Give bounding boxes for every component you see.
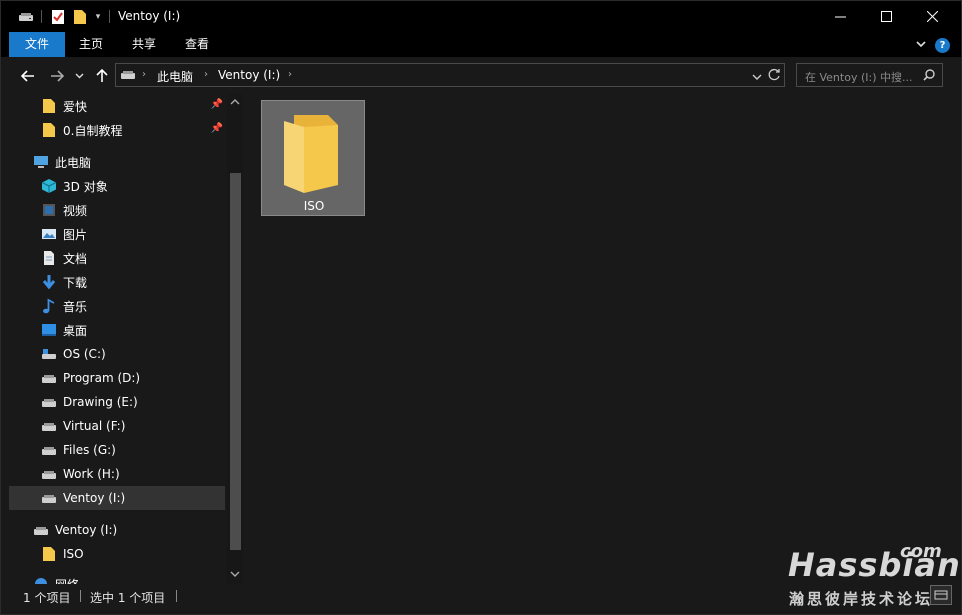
breadcrumb-ventoy[interactable]: Ventoy (I:) <box>218 68 280 82</box>
sidebar-item-3d-objects[interactable]: 3D 对象 <box>9 174 225 198</box>
minimize-button[interactable] <box>817 1 863 32</box>
tab-file[interactable]: 文件 <box>9 32 65 57</box>
sidebar-item-program-d[interactable]: Program (D:) <box>9 366 225 390</box>
drive-icon <box>41 418 57 434</box>
up-button[interactable] <box>93 67 111 85</box>
forward-button[interactable] <box>48 67 66 85</box>
customize-toolbar-icon[interactable]: ▾ <box>91 8 105 26</box>
network-icon <box>33 576 49 584</box>
download-icon <box>41 274 57 290</box>
sidebar-item-music[interactable]: 音乐 <box>9 294 225 318</box>
window-title: Ventoy (I:) <box>118 9 181 23</box>
drive-icon <box>41 442 57 458</box>
help-icon[interactable]: ? <box>935 38 950 53</box>
refresh-icon[interactable] <box>768 68 781 84</box>
sidebar-item-ventoy-i[interactable]: Ventoy (I:) <box>9 486 225 510</box>
sidebar-item-os-c[interactable]: OS (C:) <box>9 342 225 366</box>
drive-icon <box>120 69 136 84</box>
desktop-icon <box>41 322 57 338</box>
drive-icon <box>41 466 57 482</box>
search-box[interactable]: 在 Ventoy (I:) 中搜... <box>796 63 943 87</box>
chevron-right-icon[interactable]: › <box>204 69 208 80</box>
watermark-subtitle: 瀚思彼岸技术论坛 <box>789 590 934 608</box>
maximize-button[interactable] <box>863 1 909 32</box>
folder-icon <box>282 111 342 198</box>
sidebar-item-documents[interactable]: 文档 <box>9 246 225 270</box>
sidebar-item-pictures[interactable]: 图片 <box>9 222 225 246</box>
properties-icon[interactable] <box>49 8 67 26</box>
drive-icon[interactable] <box>17 8 35 26</box>
folder-item-iso[interactable]: ISO <box>261 100 365 216</box>
folder-icon <box>41 98 57 114</box>
music-icon <box>41 298 57 314</box>
computer-icon <box>33 154 49 170</box>
back-button[interactable] <box>19 67 37 85</box>
status-selected-count: 选中 1 个项目 <box>90 591 166 605</box>
details-view-button[interactable] <box>930 585 952 605</box>
folder-icon <box>41 546 57 562</box>
title-bar: ▾ Ventoy (I:) <box>1 1 961 32</box>
cube-icon <box>41 178 57 194</box>
chevron-right-icon[interactable]: › <box>288 69 292 80</box>
pin-icon[interactable]: 📌 <box>211 99 223 110</box>
sidebar-item-this-pc[interactable]: 此电脑 <box>9 150 225 174</box>
address-bar[interactable]: › 此电脑 › Ventoy (I:) › <box>115 63 785 87</box>
sidebar-item-aikuai[interactable]: 爱快 📌 <box>9 94 225 118</box>
sidebar-item-desktop[interactable]: 桌面 <box>9 318 225 342</box>
sidebar-item-iso[interactable]: ISO <box>9 542 225 566</box>
pin-icon[interactable]: 📌 <box>211 123 223 134</box>
sidebar-item-work-h[interactable]: Work (H:) <box>9 462 225 486</box>
sidebar-item-virtual-f[interactable]: Virtual (F:) <box>9 414 225 438</box>
tab-view[interactable]: 查看 <box>171 32 223 57</box>
explorer-window: ▾ Ventoy (I:) 文件 主页 共享 查看 ? › 此电脑 › Vent… <box>0 0 962 615</box>
folder-icon <box>41 122 57 138</box>
new-folder-icon[interactable] <box>71 8 89 26</box>
search-input[interactable]: 在 Ventoy (I:) 中搜... <box>805 69 912 85</box>
tab-home[interactable]: 主页 <box>65 32 117 57</box>
recent-locations-button[interactable] <box>72 67 86 85</box>
sidebar-item-tutorials[interactable]: 0.自制教程 📌 <box>9 118 225 142</box>
navigation-pane: 爱快 📌 0.自制教程 📌 此电脑 3D 对象 视频 图片 文档 下载 音乐 桌… <box>1 94 243 584</box>
search-icon[interactable] <box>923 69 935 84</box>
picture-icon <box>41 226 57 242</box>
sidebar-item-files-g[interactable]: Files (G:) <box>9 438 225 462</box>
expand-ribbon-icon[interactable] <box>915 38 927 53</box>
video-icon <box>41 202 57 218</box>
chevron-right-icon[interactable]: › <box>142 69 146 80</box>
drive-icon <box>41 370 57 386</box>
sidebar-item-ventoy-root[interactable]: Ventoy (I:) <box>9 518 225 542</box>
sidebar-item-videos[interactable]: 视频 <box>9 198 225 222</box>
document-icon <box>41 250 57 266</box>
sidebar-scrollbar-thumb[interactable] <box>230 173 241 550</box>
sidebar-item-network[interactable]: 网络 <box>9 572 225 584</box>
ribbon-tabs: 文件 主页 共享 查看 ? <box>1 32 961 57</box>
drive-icon <box>41 394 57 410</box>
sidebar-item-drawing-e[interactable]: Drawing (E:) <box>9 390 225 414</box>
scroll-up-icon[interactable] <box>229 98 241 110</box>
sidebar-item-downloads[interactable]: 下载 <box>9 270 225 294</box>
os-drive-icon <box>41 346 57 362</box>
close-button[interactable] <box>909 1 955 32</box>
drive-icon <box>33 522 49 538</box>
tab-share[interactable]: 共享 <box>118 32 170 57</box>
drive-icon <box>41 490 57 506</box>
watermark-brand: Hassbian <box>788 546 961 584</box>
breadcrumb-this-pc[interactable]: 此电脑 <box>157 68 193 85</box>
scroll-down-icon[interactable] <box>229 571 241 583</box>
folder-label: ISO <box>303 199 325 213</box>
status-item-count: 1 个项目 <box>23 591 71 605</box>
chevron-down-icon[interactable] <box>752 70 762 84</box>
